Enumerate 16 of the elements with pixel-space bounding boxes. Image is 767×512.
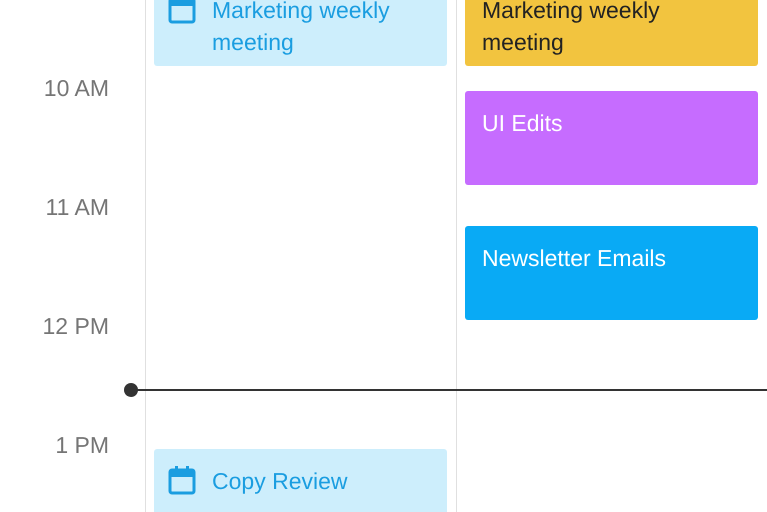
event-title: UI Edits <box>482 109 563 138</box>
time-label: 11 AM <box>44 193 110 222</box>
event-card[interactable]: Copy Review <box>154 449 447 512</box>
calendar-icon <box>168 465 196 495</box>
time-label: 1 PM <box>54 431 110 460</box>
event-card[interactable]: Newsletter Emails <box>465 226 758 320</box>
event-card[interactable]: Marketing weekly meeting <box>465 0 758 66</box>
calendar-icon <box>168 0 196 24</box>
time-label: 10 AM <box>42 74 110 103</box>
time-label: 12 PM <box>42 312 110 341</box>
event-title: Newsletter Emails <box>482 244 666 273</box>
event-card[interactable]: UI Edits <box>465 91 758 185</box>
event-title: Copy Review <box>212 467 348 496</box>
event-title: Marketing weekly meeting <box>212 0 391 57</box>
event-card[interactable]: Marketing weekly meeting <box>154 0 447 66</box>
event-title: Marketing weekly meeting <box>482 0 661 57</box>
